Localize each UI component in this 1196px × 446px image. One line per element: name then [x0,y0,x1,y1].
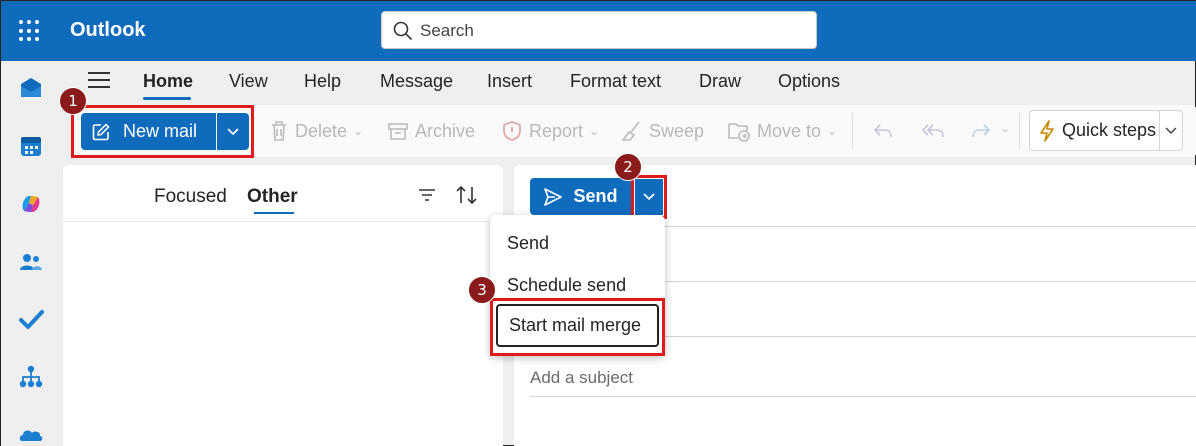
forward-icon[interactable] [970,121,992,141]
send-icon [544,187,563,206]
move-to-label: Move to [757,120,822,141]
todo-icon[interactable] [18,306,44,332]
chevron-down-icon [227,127,239,135]
undo-icon[interactable] [872,121,894,141]
list-header: Focused Other [63,165,503,222]
new-mail-highlight: New mail [71,105,254,158]
chevron-down-icon [643,193,655,201]
chevron-down-icon[interactable]: ⌄ [1000,121,1010,135]
callout-badge-2: 2 [614,153,642,181]
archive-label: Archive [415,120,476,141]
calendar-icon[interactable] [18,133,44,159]
archive-icon [388,123,408,140]
tab-view[interactable]: View [229,71,268,92]
menu-item-start-mail-merge[interactable]: Start mail merge [496,304,659,347]
ribbon-divider [852,113,853,149]
tab-focused[interactable]: Focused [154,186,227,208]
send-button[interactable]: Send [530,178,631,215]
onedrive-icon[interactable] [18,421,44,446]
quick-steps-main[interactable]: Quick steps [1030,111,1161,150]
quick-steps-dropdown[interactable] [1160,126,1182,135]
compose-icon [92,122,110,140]
menu-icon[interactable] [88,72,110,90]
trash-icon [272,121,286,141]
menu-item-send[interactable]: Send [507,233,549,254]
archive-button[interactable]: Archive [387,105,475,157]
tab-message[interactable]: Message [380,71,453,92]
sweep-label: Sweep [649,120,705,141]
app-launcher-icon[interactable] [19,20,41,42]
delete-button[interactable]: Delete ⌄ [269,105,363,157]
send-label: Send [573,186,618,206]
tab-other[interactable]: Other [247,186,298,208]
new-mail-button[interactable]: New mail [81,113,216,150]
filter-icon[interactable] [418,187,436,203]
mail-merge-highlight: Start mail merge [490,298,665,356]
ribbon-divider [1019,113,1020,149]
callout-badge-1: 1 [59,87,87,115]
send-options-menu: Send Schedule send Start mail merge [490,215,665,356]
sweep-icon [621,121,640,141]
report-icon [503,121,521,141]
lightning-icon [1040,119,1054,142]
send-options-dropdown[interactable] [635,179,663,215]
search-input[interactable] [420,18,800,44]
chevron-down-icon: ⌄ [827,124,838,138]
tab-help[interactable]: Help [304,71,341,92]
new-mail-dropdown[interactable] [217,113,249,150]
active-tab-indicator [143,97,191,100]
new-mail-label: New mail [123,121,198,141]
sweep-button[interactable]: Sweep [619,105,704,157]
search-icon [393,21,413,41]
copilot-icon[interactable] [18,191,44,217]
quick-steps-button[interactable]: Quick steps [1029,110,1183,151]
callout-badge-3: 3 [468,276,496,304]
active-pivot-indicator [254,212,294,214]
ribbon-tabs: Home View Help Message Insert Format tex… [63,61,1196,103]
chevron-down-icon: ⌄ [589,124,600,138]
move-icon [728,123,750,142]
sort-icon[interactable] [455,185,479,205]
tab-insert[interactable]: Insert [487,71,532,92]
tab-options[interactable]: Options [778,71,840,92]
tab-draw[interactable]: Draw [699,71,741,92]
app-title[interactable]: Outlook [70,19,146,42]
mail-icon[interactable] [18,75,44,101]
people-icon[interactable] [18,249,44,275]
tab-home[interactable]: Home [143,71,193,92]
subject-input[interactable]: Add a subject [530,368,633,388]
reply-all-icon[interactable] [920,121,946,141]
quick-steps-label: Quick steps [1062,120,1157,140]
chevron-down-icon [1165,126,1177,134]
left-rail [1,61,63,446]
message-list-pane: Focused Other [63,165,503,446]
report-label: Report [529,120,584,141]
tab-format-text[interactable]: Format text [570,71,661,92]
move-to-button[interactable]: Move to ⌄ [727,105,837,157]
send-dropdown-highlight [631,175,667,219]
subject-field-line [530,396,1196,397]
search-box[interactable] [381,11,817,49]
org-icon[interactable] [18,364,44,390]
menu-item-schedule-send[interactable]: Schedule send [507,275,626,296]
top-bar: Outlook [1,1,1196,61]
delete-label: Delete [295,120,348,141]
chevron-down-icon: ⌄ [353,124,364,138]
report-button[interactable]: Report ⌄ [501,105,599,157]
